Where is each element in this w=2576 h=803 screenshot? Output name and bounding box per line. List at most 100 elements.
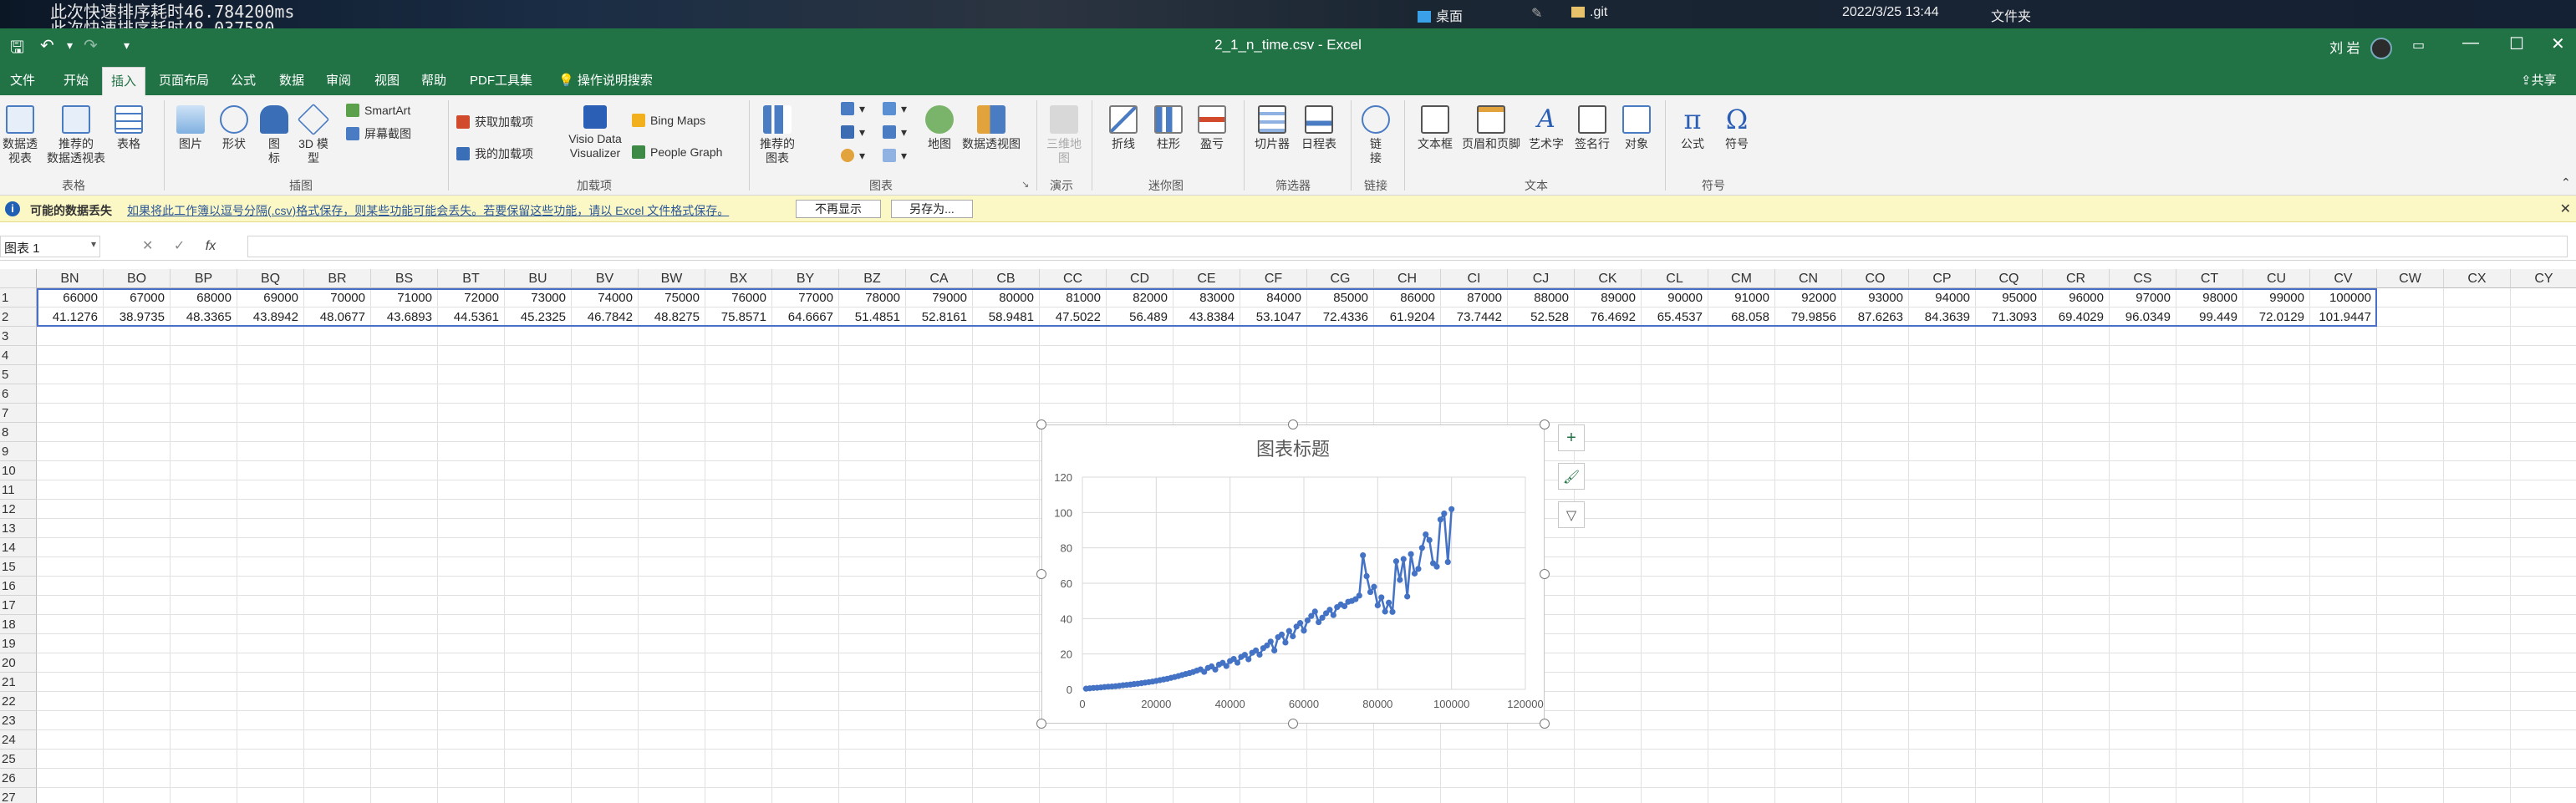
row-header[interactable]: 16 [0,577,37,596]
statistic-chart-dropdown[interactable]: ▾ [883,125,907,140]
column-header[interactable]: CB [973,269,1040,288]
column-header[interactable]: CS [2110,269,2176,288]
row-header[interactable]: 21 [0,673,37,692]
name-box-dropdown-icon[interactable]: ▾ [91,238,96,250]
column-header[interactable]: CX [2444,269,2511,288]
column-header[interactable]: BX [705,269,772,288]
pin-icon[interactable]: ✎ [1531,5,1542,22]
column-header[interactable]: BN [37,269,104,288]
slicer-button[interactable]: 切片器 [1249,105,1296,151]
tab-file[interactable]: 文件 [10,71,35,89]
cancel-icon[interactable]: ✕ [142,239,153,253]
people-graph-button[interactable]: People Graph [632,145,722,159]
maps-button[interactable]: 地图 [923,105,956,151]
my-addins-button[interactable]: 我的加载项 [456,145,533,162]
name-box[interactable]: 图表 1 ▾ [0,236,100,257]
column-header[interactable]: BV [572,269,639,288]
column-header[interactable]: CI [1441,269,1508,288]
column-header[interactable]: CM [1708,269,1775,288]
object-button[interactable]: 对象 [1616,105,1657,151]
chart-1[interactable]: 图表标题 0 20 40 60 80 100 120 0 20000 40000 60000 80000… [1041,424,1545,724]
column-header[interactable]: CH [1374,269,1441,288]
row-header[interactable]: 18 [0,615,37,634]
row-header[interactable]: 19 [0,634,37,653]
row-header[interactable]: 15 [0,557,37,577]
resize-handle[interactable] [1036,569,1046,579]
symbol-button[interactable]: Ω 符号 [1717,105,1757,151]
column-header[interactable]: CA [906,269,973,288]
git-folder[interactable]: .git [1571,5,1607,20]
column-header[interactable]: CN [1775,269,1842,288]
enter-icon[interactable]: ✓ [174,239,185,253]
column-header[interactable]: BS [371,269,438,288]
tab-data[interactable]: 数据 [279,71,304,89]
row-header[interactable]: 14 [0,538,37,557]
table-cell[interactable] [2444,307,2511,327]
column-header[interactable]: BT [438,269,505,288]
maximize-button[interactable]: ☐ [2509,33,2524,54]
close-message-icon[interactable]: ✕ [2560,201,2571,217]
column-header[interactable]: CP [1909,269,1976,288]
equation-button[interactable]: π 公式 [1672,105,1713,151]
table-cell[interactable] [2377,288,2444,307]
column-header[interactable]: CJ [1508,269,1575,288]
row-header[interactable]: 2 [0,307,37,327]
column-header[interactable]: BP [171,269,237,288]
sparkline-line-button[interactable]: 折线 [1102,105,1145,151]
save-as-button[interactable]: 另存为... [891,200,973,218]
scatter-chart-dropdown[interactable]: ▾ [883,149,907,163]
icons-button[interactable]: 图 标 [257,105,291,165]
column-header[interactable]: CW [2377,269,2444,288]
resize-handle[interactable] [1036,419,1046,429]
row-header[interactable]: 20 [0,653,37,673]
column-header[interactable]: CD [1107,269,1173,288]
picture-button[interactable]: 图片 [171,105,211,151]
tab-pdf-tools[interactable]: PDF工具集 [470,71,532,89]
collapse-ribbon-icon[interactable]: ⌃ [2561,175,2571,190]
row-header[interactable]: 27 [0,788,37,803]
3d-models-button[interactable]: 3D 模 型 [294,103,333,165]
chart-title[interactable]: 图表标题 [1256,439,1330,460]
column-header[interactable]: CG [1307,269,1374,288]
desktop-shortcut[interactable]: 桌面 [1418,5,1463,25]
column-header[interactable]: CU [2243,269,2310,288]
textbox-button[interactable]: 文本框 [1413,105,1458,151]
get-addins-button[interactable]: 获取加载项 [456,114,533,130]
visio-button[interactable]: Visio Data Visualizer [562,105,629,160]
column-chart-dropdown[interactable]: ▾ [841,102,865,116]
wordart-button[interactable]: A 艺术字 [1525,105,1568,151]
resize-handle[interactable] [1540,419,1550,429]
column-header[interactable]: BU [505,269,572,288]
row-header[interactable]: 26 [0,769,37,788]
tab-insert[interactable]: 插入 [102,67,146,95]
shapes-button[interactable]: 形状 [214,105,254,151]
resize-handle[interactable] [1288,719,1298,729]
header-footer-button[interactable]: 页眉和页脚 [1459,105,1523,151]
column-header[interactable]: BY [772,269,839,288]
tell-me-search[interactable]: 💡 操作说明搜索 [558,71,653,89]
pivot-chart-button[interactable]: 数据透视图 [961,105,1021,151]
screenshot-button[interactable]: 屏幕截图 [346,125,411,142]
row-header[interactable]: 9 [0,442,37,461]
column-header[interactable]: BW [639,269,705,288]
row-header[interactable]: 1 [0,288,37,307]
column-header[interactable]: CF [1240,269,1307,288]
row-header[interactable]: 11 [0,480,37,500]
row-header[interactable]: 22 [0,692,37,711]
row-header[interactable]: 23 [0,711,37,730]
dont-show-again-button[interactable]: 不再显示 [796,200,881,218]
resize-handle[interactable] [1540,719,1550,729]
hierarchy-chart-dropdown[interactable]: ▾ [883,102,907,116]
resize-handle[interactable] [1540,569,1550,579]
column-header[interactable]: CC [1040,269,1107,288]
charts-dialog-launcher[interactable]: ↘ [1021,179,1029,190]
resize-handle[interactable] [1036,719,1046,729]
user-account[interactable]: 刘 岩 [2329,37,2392,59]
column-header[interactable]: CL [1642,269,1708,288]
column-header[interactable]: CE [1173,269,1240,288]
resize-handle[interactable] [1288,419,1298,429]
3d-map-button[interactable]: 三维地 图 [1043,105,1085,165]
row-header[interactable]: 8 [0,423,37,442]
line-chart-dropdown[interactable]: ▾ [841,125,865,140]
sparkline-column-button[interactable]: 柱形 [1147,105,1190,151]
